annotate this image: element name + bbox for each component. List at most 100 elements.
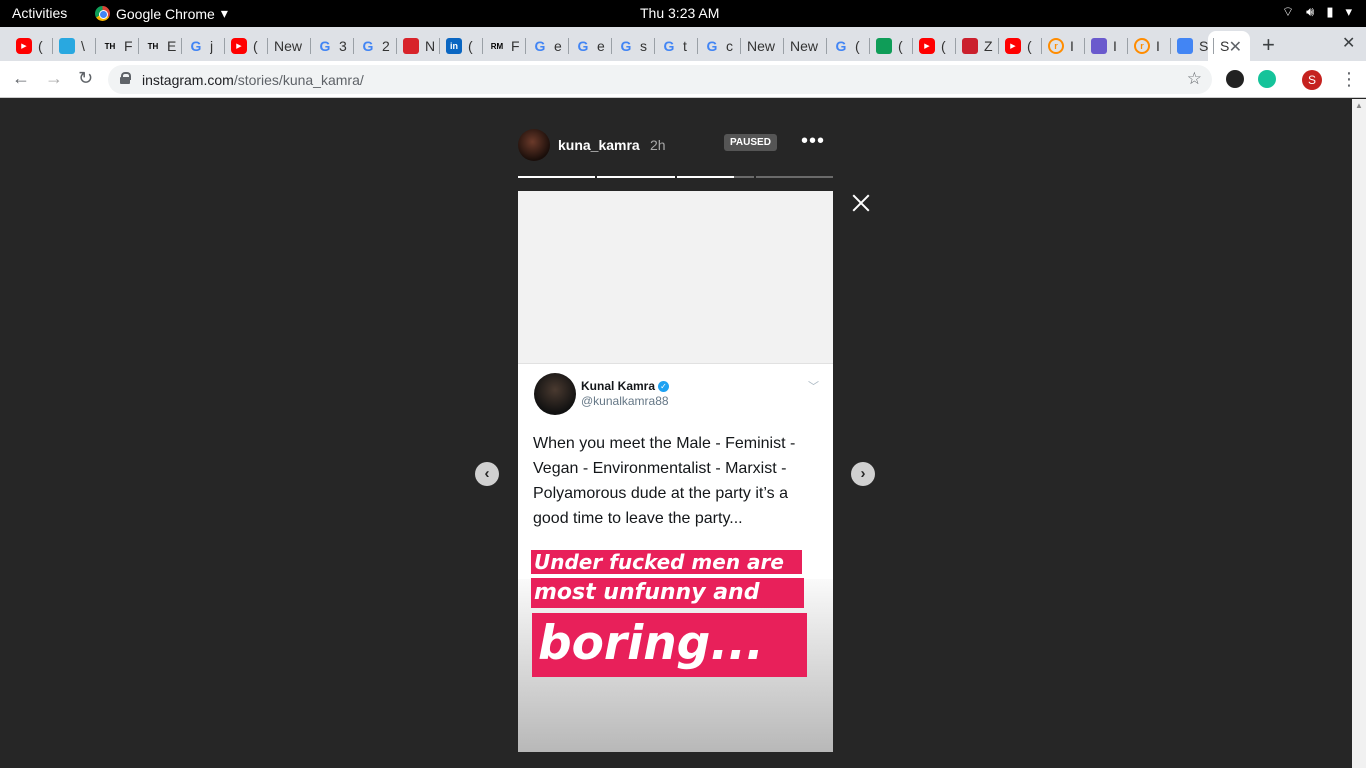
tab-17[interactable]: New <box>741 31 782 61</box>
google-icon: G <box>362 38 374 54</box>
grammarly-icon[interactable] <box>1258 70 1276 88</box>
app-name: Google Chrome <box>116 5 215 22</box>
back-arrow-icon[interactable]: ← <box>12 68 30 89</box>
activities-button[interactable]: Activities <box>12 5 67 21</box>
profile-avatar[interactable]: S <box>1302 70 1322 90</box>
youtube-icon: ▶ <box>231 38 247 54</box>
app-menu[interactable]: Google Chrome ▾ <box>95 5 228 22</box>
tab-label: S <box>1199 38 1209 54</box>
wifi-icon: ⌔ <box>1281 4 1295 19</box>
tab-label: 2 <box>382 38 390 54</box>
tab-strip: S ✕ ▶(\ TH F TH E Gj ▶(New G 3 G 2 Nin(RM F Ge Ge Gs Gt G… <box>0 27 1366 61</box>
sheets-icon <box>876 38 892 54</box>
r-icon: r <box>1134 38 1150 54</box>
youtube-icon: ▶ <box>919 38 935 54</box>
app-icon <box>59 38 75 54</box>
tab-20[interactable]: ( <box>870 31 911 61</box>
tab-label: N <box>425 38 436 54</box>
tab-4[interactable]: Gj <box>182 31 223 61</box>
tab-22[interactable]: Z <box>956 31 997 61</box>
tab-1[interactable]: \ <box>53 31 94 61</box>
tab-7[interactable]: G3 <box>311 31 352 61</box>
tab-separator <box>1213 38 1214 54</box>
tab-label: I <box>1070 38 1074 54</box>
tab-label: e <box>597 38 605 54</box>
google-icon: G <box>534 38 546 54</box>
tab-9[interactable]: N <box>397 31 438 61</box>
scrollbar[interactable]: ▲ <box>1352 99 1366 768</box>
previous-story-button[interactable]: ‹ <box>475 462 499 486</box>
tab-active[interactable]: S ✕ <box>1208 31 1250 61</box>
tab-label: I <box>1156 38 1160 54</box>
tab-label: ( <box>941 38 946 54</box>
tab-label: Z <box>984 38 993 54</box>
tab-label: New <box>274 38 303 54</box>
chevron-down-icon: ▾ <box>220 5 228 21</box>
tab-label: ( <box>468 38 473 54</box>
tab-18[interactable]: New <box>784 31 825 61</box>
clock[interactable]: Thu 3:23 AM <box>640 5 719 21</box>
reload-icon[interactable]: ↻ <box>78 68 93 89</box>
tab-label: e <box>554 38 562 54</box>
tab-3[interactable]: TH E <box>139 31 180 61</box>
tab-23[interactable]: ▶( <box>999 31 1040 61</box>
url-path: /stories/kuna_kamra/ <box>233 72 364 88</box>
next-story-button[interactable]: › <box>851 462 875 486</box>
window-close-button[interactable]: ✕ <box>1342 33 1355 53</box>
tab-12[interactable]: Ge <box>526 31 567 61</box>
address-bar[interactable]: instagram.com/stories/kuna_kamra/ ☆ <box>108 65 1212 94</box>
system-tray[interactable]: ⌔ 🔊︎ ▮ ▾ <box>1282 4 1352 20</box>
tab-label: ( <box>855 38 860 54</box>
tab-27[interactable]: S <box>1171 31 1212 61</box>
tab-label: c <box>726 38 733 54</box>
tab-14[interactable]: Gs <box>612 31 653 61</box>
r-icon: r <box>1048 38 1064 54</box>
linkedin-icon: in <box>446 38 462 54</box>
close-icon[interactable] <box>849 191 873 215</box>
lock-icon <box>120 72 131 84</box>
new-tab-button[interactable]: + <box>1262 32 1275 58</box>
tab-21[interactable]: ▶( <box>913 31 954 61</box>
tab-15[interactable]: Gt <box>655 31 696 61</box>
tweet-author-name: Kunal Kamra <box>581 379 656 393</box>
tab-2[interactable]: TH F <box>96 31 137 61</box>
tab-24[interactable]: rI <box>1042 31 1083 61</box>
tab-16[interactable]: Gc <box>698 31 739 61</box>
cube-icon <box>1091 38 1107 54</box>
tab-19[interactable]: G( <box>827 31 868 61</box>
bookmark-star-icon[interactable]: ☆ <box>1187 69 1202 89</box>
tab-13[interactable]: Ge <box>569 31 610 61</box>
extension-icon[interactable] <box>1226 70 1244 88</box>
tab-8[interactable]: G2 <box>354 31 395 61</box>
story-frame[interactable]: Kunal Kamra ✓ @kunalkamra88 ﹀ When you me… <box>518 191 833 752</box>
tab-25[interactable]: I <box>1085 31 1126 61</box>
menu-kebab-icon[interactable]: ⋮ <box>1340 69 1358 90</box>
tweet-avatar <box>534 373 576 415</box>
youtube-icon: ▶ <box>1005 38 1021 54</box>
text-sticker-line-1: Under fucked men are <box>531 550 802 574</box>
rm-icon: RM <box>490 41 504 51</box>
progress-segment <box>676 176 754 178</box>
tab-11[interactable]: RM F <box>483 31 524 61</box>
story-username[interactable]: kuna_kamra <box>558 137 640 153</box>
tab-label: New <box>790 38 819 54</box>
close-icon[interactable]: ✕ <box>1229 37 1242 57</box>
url-text[interactable]: instagram.com/stories/kuna_kamra/ <box>142 72 364 88</box>
google-icon: G <box>620 38 632 54</box>
tab-26[interactable]: rI <box>1128 31 1169 61</box>
tab-10[interactable]: in ( <box>440 31 481 61</box>
system-top-bar: Activities Google Chrome ▾ Thu 3:23 AM ⌔… <box>0 0 1366 27</box>
google-icon: G <box>835 38 847 54</box>
forward-arrow-icon[interactable]: → <box>45 68 63 89</box>
tab-5[interactable]: ▶( <box>225 31 266 61</box>
tab-6[interactable]: New <box>268 31 309 61</box>
progress-segment <box>518 176 596 178</box>
progress-segment <box>755 176 833 178</box>
scroll-up-icon[interactable]: ▲ <box>1355 101 1363 110</box>
more-options-icon[interactable]: ••• <box>801 130 825 153</box>
avatar[interactable] <box>518 129 550 161</box>
tab-label: ( <box>38 38 43 54</box>
google-icon: G <box>663 38 675 54</box>
tab-0[interactable]: ▶( <box>10 31 51 61</box>
verified-icon: ✓ <box>658 381 670 393</box>
